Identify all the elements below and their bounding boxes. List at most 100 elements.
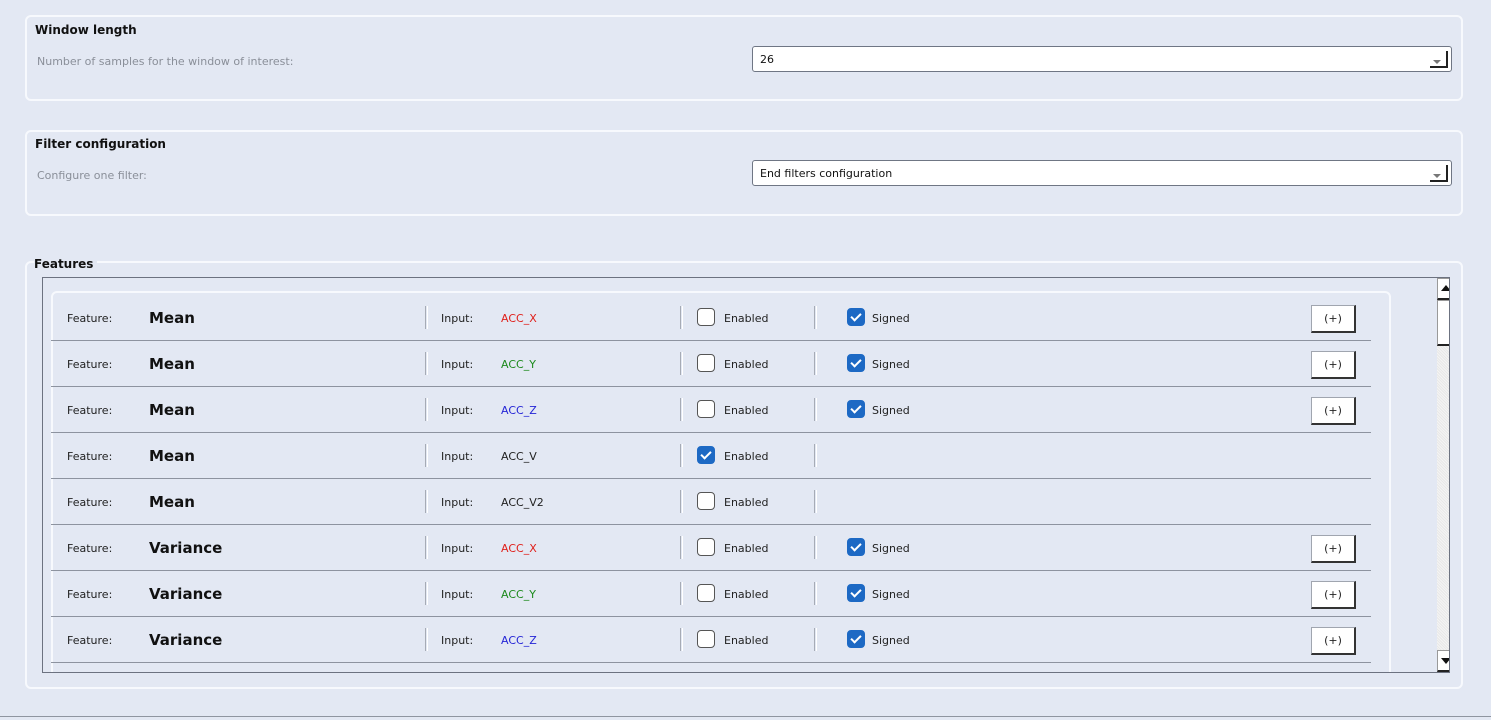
- signed-checkbox[interactable]: [847, 538, 865, 556]
- feature-name: Mean: [149, 447, 195, 465]
- separator: [680, 536, 683, 559]
- enabled-label: Enabled: [724, 312, 769, 325]
- input-label: Input:: [441, 312, 474, 325]
- input-value: ACC_Z: [501, 634, 537, 647]
- enabled-checkbox[interactable]: [697, 584, 715, 602]
- signed-checkbox[interactable]: [847, 584, 865, 602]
- filter-config-group: Filter configuration Configure one filte…: [25, 130, 1463, 216]
- bottom-divider: [0, 716, 1491, 717]
- input-label: Input:: [441, 450, 474, 463]
- separator: [425, 444, 428, 467]
- feature-name: Mean: [149, 309, 195, 327]
- add-feature-button[interactable]: (+): [1311, 627, 1356, 655]
- chevron-down-icon[interactable]: [1430, 51, 1448, 68]
- separator: [425, 582, 428, 605]
- input-value: ACC_X: [501, 542, 537, 555]
- input-value: ACC_Z: [501, 404, 537, 417]
- input-value: ACC_X: [501, 312, 537, 325]
- filter-config-label: Configure one filter:: [37, 169, 147, 182]
- separator: [425, 628, 428, 651]
- feature-label: Feature:: [67, 588, 113, 601]
- signed-label: Signed: [872, 312, 910, 325]
- separator: [814, 490, 817, 513]
- separator: [814, 398, 817, 421]
- features-title: Features: [34, 257, 98, 271]
- input-value: ACC_Y: [501, 358, 536, 371]
- feature-row: Feature: Mean Input: ACC_V2 Enabled: [51, 479, 1371, 525]
- enabled-checkbox[interactable]: [697, 492, 715, 510]
- signed-label: Signed: [872, 634, 910, 647]
- input-value: ACC_V: [501, 450, 537, 463]
- enabled-checkbox[interactable]: [697, 538, 715, 556]
- enabled-checkbox[interactable]: [697, 308, 715, 326]
- filter-config-value: End filters configuration: [760, 167, 893, 180]
- feature-name: Variance: [149, 631, 223, 649]
- separator: [425, 352, 428, 375]
- enabled-label: Enabled: [724, 358, 769, 371]
- feature-label: Feature:: [67, 312, 113, 325]
- signed-label: Signed: [872, 404, 910, 417]
- separator: [680, 628, 683, 651]
- feature-label: Feature:: [67, 450, 113, 463]
- window-length-select[interactable]: 26: [752, 46, 1452, 72]
- signed-checkbox[interactable]: [847, 400, 865, 418]
- scrollbar-thumb[interactable]: [1437, 300, 1449, 346]
- separator: [814, 582, 817, 605]
- enabled-checkbox[interactable]: [697, 630, 715, 648]
- chevron-down-icon[interactable]: [1430, 165, 1448, 182]
- enabled-checkbox[interactable]: [697, 446, 715, 464]
- enabled-label: Enabled: [724, 450, 769, 463]
- signed-label: Signed: [872, 358, 910, 371]
- add-feature-button[interactable]: (+): [1311, 581, 1356, 609]
- filter-config-title: Filter configuration: [35, 137, 166, 151]
- feature-row: Feature: Variance Input: ACC_Y Enabled Signed…: [51, 571, 1371, 617]
- window-length-title: Window length: [35, 23, 137, 37]
- feature-name: Mean: [149, 401, 195, 419]
- enabled-label: Enabled: [724, 634, 769, 647]
- feature-row: Feature: Mean Input: ACC_V Enabled: [51, 433, 1371, 479]
- add-feature-button[interactable]: (+): [1311, 351, 1356, 379]
- separator: [680, 398, 683, 421]
- signed-checkbox[interactable]: [847, 354, 865, 372]
- enabled-checkbox[interactable]: [697, 354, 715, 372]
- page: Window length Number of samples for the …: [0, 0, 1491, 720]
- separator: [814, 306, 817, 329]
- add-feature-button[interactable]: (+): [1311, 397, 1356, 425]
- add-feature-button[interactable]: (+): [1311, 535, 1356, 563]
- input-label: Input:: [441, 496, 474, 509]
- feature-row: Feature: Variance Input: ACC_X Enabled Signed…: [51, 525, 1371, 571]
- separator: [814, 352, 817, 375]
- feature-row: Feature: Mean Input: ACC_Y Enabled Signed (+): [51, 341, 1371, 387]
- feature-label: Feature:: [67, 496, 113, 509]
- feature-name: Variance: [149, 585, 223, 603]
- window-length-value: 26: [760, 53, 774, 66]
- enabled-checkbox[interactable]: [697, 400, 715, 418]
- features-list: Feature: Mean Input: ACC_X Enabled Signed (+) F…: [42, 277, 1450, 673]
- separator: [814, 444, 817, 467]
- scroll-up-icon[interactable]: [1437, 278, 1449, 300]
- scroll-down-icon[interactable]: [1437, 650, 1449, 672]
- separator: [425, 490, 428, 513]
- window-length-group: Window length Number of samples for the …: [25, 15, 1463, 101]
- window-length-label: Number of samples for the window of inte…: [37, 55, 294, 68]
- separator: [425, 536, 428, 559]
- filter-config-select[interactable]: End filters configuration: [752, 160, 1452, 186]
- add-feature-button[interactable]: (+): [1311, 305, 1356, 333]
- enabled-label: Enabled: [724, 588, 769, 601]
- signed-checkbox[interactable]: [847, 630, 865, 648]
- feature-label: Feature:: [67, 542, 113, 555]
- signed-label: Signed: [872, 542, 910, 555]
- enabled-label: Enabled: [724, 496, 769, 509]
- input-label: Input:: [441, 634, 474, 647]
- separator: [680, 582, 683, 605]
- separator: [680, 306, 683, 329]
- feature-row: Feature: Mean Input: ACC_Z Enabled Signed (+): [51, 387, 1371, 433]
- feature-row: Feature: Mean Input: ACC_X Enabled Signed (+): [51, 295, 1371, 341]
- separator: [425, 398, 428, 421]
- signed-label: Signed: [872, 588, 910, 601]
- signed-checkbox[interactable]: [847, 308, 865, 326]
- feature-label: Feature:: [67, 404, 113, 417]
- enabled-label: Enabled: [724, 542, 769, 555]
- separator: [680, 352, 683, 375]
- vertical-scrollbar[interactable]: [1437, 278, 1449, 672]
